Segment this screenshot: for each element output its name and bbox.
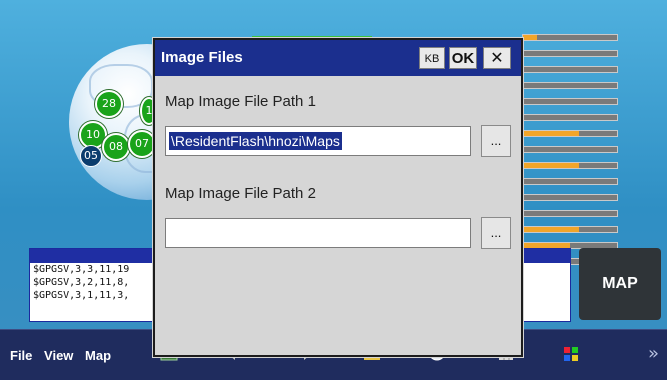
signal-bar	[522, 178, 618, 185]
signal-bar	[522, 162, 618, 169]
signal-bar	[522, 146, 618, 153]
dialog-titlebar: Image Files KB OK ✕	[155, 40, 521, 76]
chevron-right-icon[interactable]: »	[648, 343, 659, 364]
image-files-dialog: Image Files KB OK ✕ Map Image File Path …	[153, 38, 523, 357]
signal-bar	[522, 50, 618, 57]
ok-button[interactable]: OK	[449, 47, 477, 69]
signal-bar	[522, 98, 618, 105]
signal-bar	[522, 130, 618, 137]
satellite-marker: 08	[102, 133, 130, 161]
browse-path1-button[interactable]: ...	[481, 125, 511, 157]
signal-bar-fill	[523, 131, 580, 136]
signal-bar	[522, 82, 618, 89]
color-grid-icon[interactable]	[562, 346, 580, 362]
signal-bar-fill	[523, 227, 580, 232]
signal-bar	[522, 194, 618, 201]
path1-label: Map Image File Path 1	[165, 93, 316, 110]
signal-bar-fill	[523, 163, 580, 168]
satellite-marker: 05	[80, 145, 102, 167]
satellite-marker: 07	[128, 130, 156, 158]
map-button[interactable]: MAP	[579, 248, 661, 320]
satellite-marker: 28	[95, 90, 123, 118]
signal-bar	[522, 210, 618, 217]
close-button[interactable]: ✕	[483, 47, 511, 69]
path2-input[interactable]	[165, 218, 471, 248]
signal-bar	[522, 226, 618, 233]
menu-file[interactable]: File	[10, 348, 32, 363]
dialog-title: Image Files	[161, 49, 243, 66]
menu-view[interactable]: View	[44, 348, 73, 363]
signal-strength-bars	[522, 34, 618, 274]
signal-bar	[522, 66, 618, 73]
path1-value: \ResidentFlash\hnozi\Maps	[169, 132, 342, 150]
signal-bar	[522, 34, 618, 41]
menu-bar: File View Map	[10, 348, 119, 363]
signal-bar-fill	[523, 35, 538, 40]
keyboard-button[interactable]: KB	[419, 47, 445, 69]
browse-path2-button[interactable]: ...	[481, 217, 511, 249]
path1-input[interactable]: \ResidentFlash\hnozi\Maps	[165, 126, 471, 156]
signal-bar	[522, 114, 618, 121]
menu-map[interactable]: Map	[85, 348, 111, 363]
path2-label: Map Image File Path 2	[165, 185, 316, 202]
